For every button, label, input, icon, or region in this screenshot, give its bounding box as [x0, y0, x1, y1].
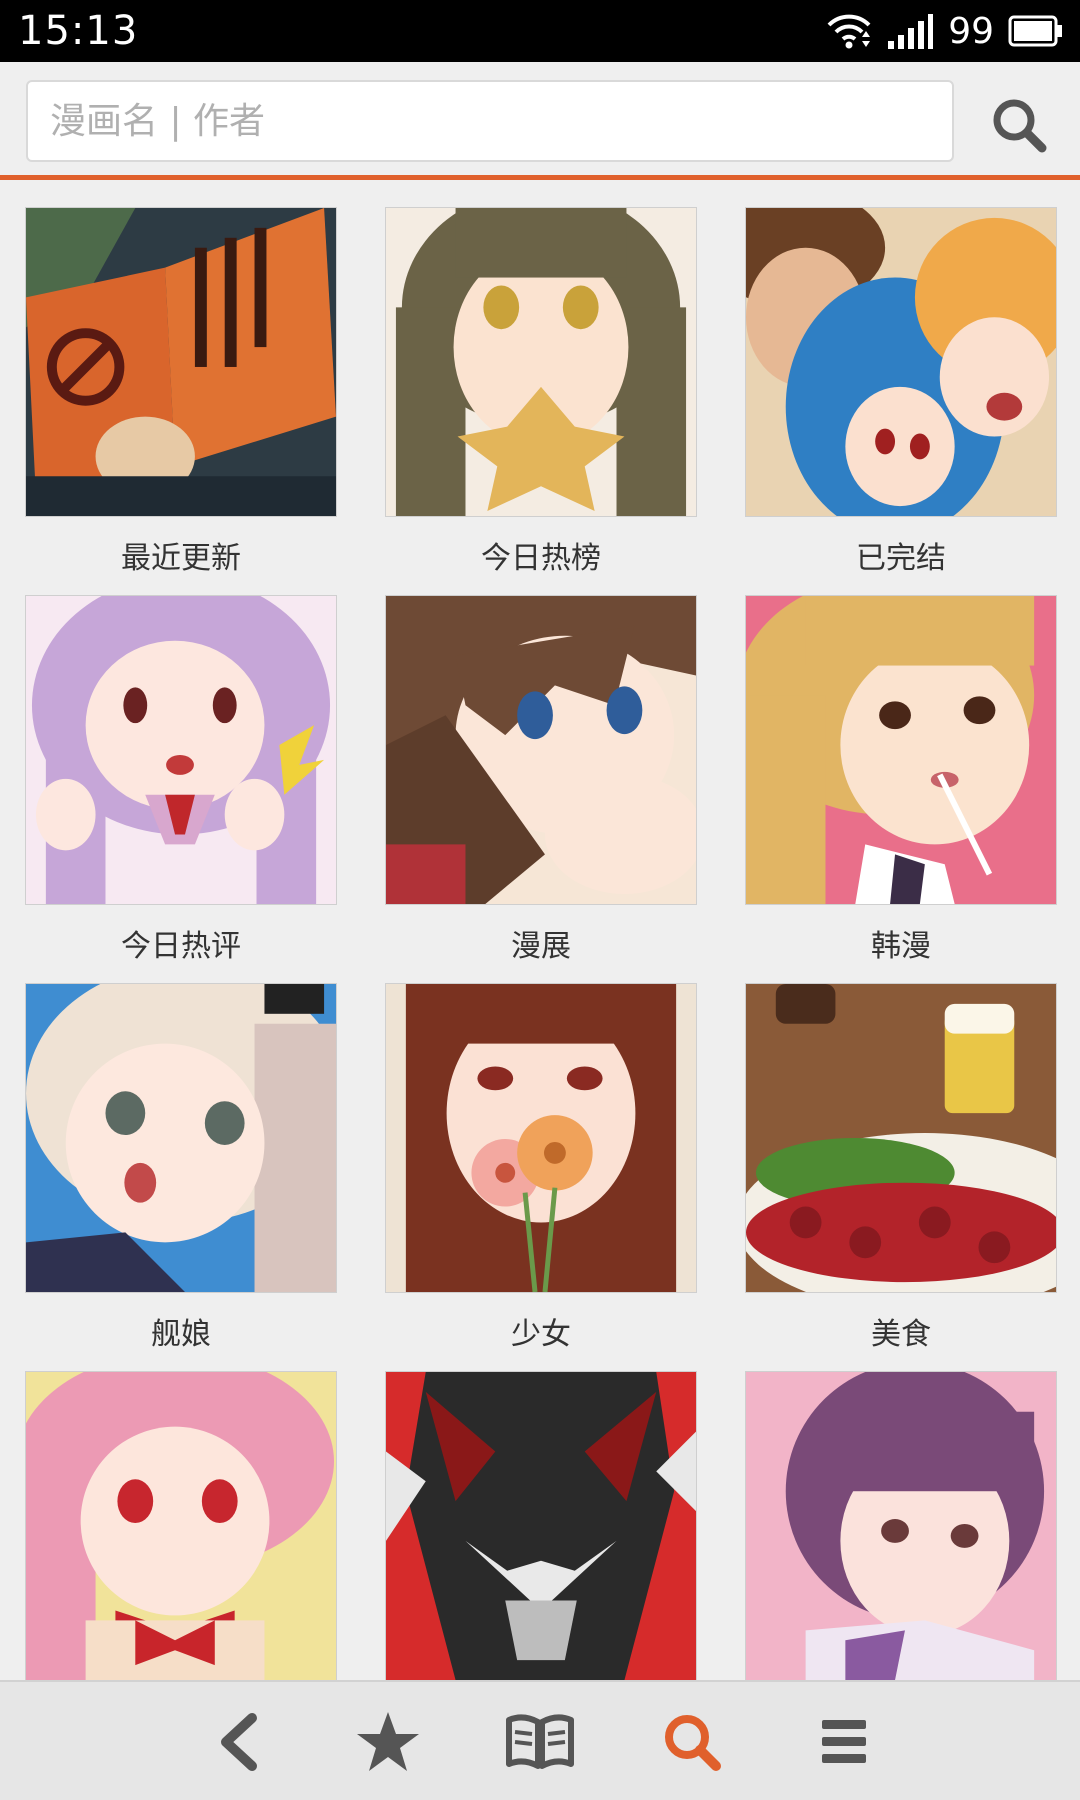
nav-bookshelf-button[interactable] — [498, 1700, 582, 1784]
category-tile-kancolle[interactable]: 舰娘 — [25, 983, 337, 1353]
back-icon — [221, 1713, 257, 1771]
category-tile-recent[interactable]: 最近更新 — [25, 207, 337, 577]
search-button[interactable] — [984, 90, 1054, 160]
category-thumbnail — [25, 207, 337, 517]
nav-favorites-button[interactable] — [346, 1700, 430, 1784]
category-label: 最近更新 — [121, 541, 241, 576]
status-time: 15:13 — [18, 8, 139, 54]
category-label: 舰娘 — [151, 1317, 211, 1352]
battery-icon — [1008, 15, 1064, 47]
category-tile-10[interactable] — [25, 1371, 337, 1680]
nav-search-button[interactable] — [650, 1700, 734, 1784]
category-thumbnail — [745, 595, 1057, 905]
category-thumbnail — [25, 1371, 337, 1680]
category-tile-shoujo[interactable]: 少女 — [385, 983, 697, 1353]
nav-back-button[interactable] — [196, 1700, 280, 1784]
category-tile-comic-expo[interactable]: 漫展 — [385, 595, 697, 965]
category-tile-12[interactable] — [745, 1371, 1057, 1680]
category-thumbnail — [385, 207, 697, 517]
battery-level: 99 — [948, 10, 994, 52]
category-tile-hot-today[interactable]: 今日热榜 — [385, 207, 697, 577]
category-tile-11[interactable] — [385, 1371, 697, 1680]
nav-menu-button[interactable] — [802, 1700, 886, 1784]
category-tile-completed[interactable]: 已完结 — [745, 207, 1057, 577]
category-label: 漫展 — [511, 929, 571, 964]
category-label: 少女 — [511, 1317, 571, 1352]
signal-icon — [886, 11, 934, 51]
wifi-icon — [826, 11, 872, 51]
search-input[interactable] — [26, 80, 954, 162]
category-label: 韩漫 — [871, 929, 931, 964]
category-label: 今日热榜 — [481, 541, 601, 576]
search-icon — [993, 99, 1047, 153]
category-thumbnail — [385, 1371, 697, 1680]
search-header — [0, 62, 1080, 180]
book-icon — [506, 1714, 574, 1769]
category-tile-hot-comments[interactable]: 今日热评 — [25, 595, 337, 965]
category-label: 今日热评 — [121, 929, 241, 964]
status-bar: 15:13 99 — [0, 0, 1080, 62]
status-icons: 99 — [826, 11, 1064, 52]
category-thumbnail — [385, 983, 697, 1293]
star-icon — [357, 1712, 419, 1771]
category-label: 已完结 — [856, 541, 946, 576]
category-thumbnail — [385, 595, 697, 905]
category-tile-korean-comics[interactable]: 韩漫 — [745, 595, 1057, 965]
category-label: 美食 — [871, 1317, 931, 1352]
category-thumbnail — [25, 983, 337, 1293]
category-thumbnail — [25, 595, 337, 905]
category-grid: 最近更新 今日热榜 已完结 今日热评 漫展 韩漫 舰娘 少女 美食 — [0, 180, 1080, 1680]
category-thumbnail — [745, 983, 1057, 1293]
category-tile-food[interactable]: 美食 — [745, 983, 1057, 1353]
bottom-nav — [0, 1680, 1080, 1800]
menu-icon — [822, 1720, 866, 1763]
search-icon — [665, 1715, 721, 1771]
category-thumbnail — [745, 207, 1057, 517]
category-thumbnail — [745, 1371, 1057, 1680]
